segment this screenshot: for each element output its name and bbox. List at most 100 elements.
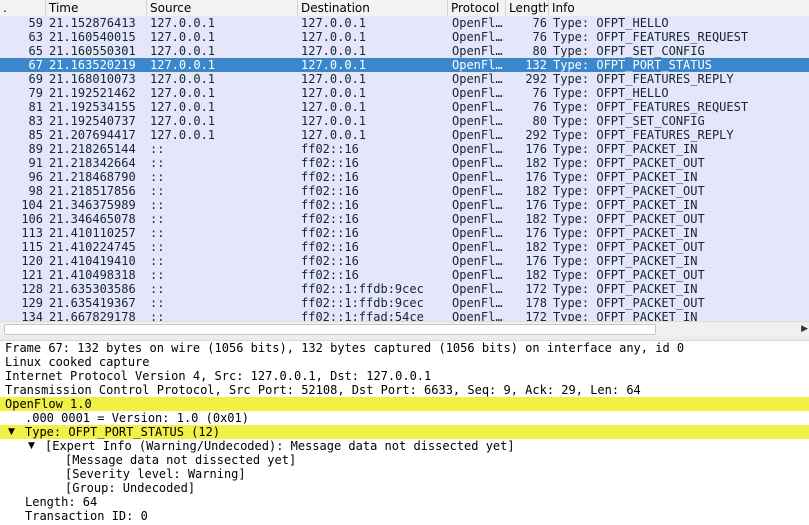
packet-info-cell: Type: OFPT_PACKET_OUT: [553, 156, 705, 170]
packet-destination-cell: 127.0.0.1: [301, 72, 367, 86]
detail-tree-row[interactable]: OpenFlow 1.0: [0, 397, 809, 411]
packet-no-cell: 129: [21, 296, 43, 310]
packet-destination-cell: ff02::16: [301, 240, 359, 254]
packet-row[interactable]: 65 21.160550301 127.0.0.1 127.0.0.1 OpenFl… 8…: [0, 44, 809, 58]
packet-protocol-cell: OpenFl…: [452, 128, 503, 142]
packet-source-cell: ::: [150, 226, 165, 240]
detail-tree-row[interactable]: Transmission Control Protocol, Src Port:…: [0, 383, 809, 397]
packet-row[interactable]: 98 21.218517856:: ff02::16 OpenFl… 182 Type: …: [0, 184, 809, 198]
column-header-protocol[interactable]: Protocol: [448, 0, 506, 16]
packet-destination-cell: ff02::16: [301, 170, 359, 184]
packet-row[interactable]: 104 21.346375989:: ff02::16 OpenFl… 176 Type:…: [0, 198, 809, 212]
packet-row[interactable]: 120 21.410419410:: ff02::16 OpenFl… 176 Type:…: [0, 254, 809, 268]
packet-destination-cell: ff02::16: [301, 184, 359, 198]
packet-row[interactable]: 106 21.346465078:: ff02::16 OpenFl… 182 Type:…: [0, 212, 809, 226]
packet-no-cell: 113: [21, 226, 43, 240]
packet-info-cell: Type: OFPT_SET_CONFIG: [553, 44, 705, 58]
column-header-no[interactable]: .: [0, 0, 46, 16]
column-header-destination[interactable]: Destination: [298, 0, 448, 16]
packet-length-cell: 172: [525, 310, 547, 321]
horizontal-scrollbar[interactable]: ▶: [0, 321, 809, 336]
column-header-source[interactable]: Source: [147, 0, 298, 16]
detail-tree-row[interactable]: Transaction ID: 0: [0, 509, 809, 523]
packet-row[interactable]: 69 21.168010073 127.0.0.1 127.0.0.1 OpenFl… 2…: [0, 72, 809, 86]
packet-destination-cell: 127.0.0.1: [301, 58, 367, 72]
packet-row[interactable]: 96 21.218468790:: ff02::16 OpenFl… 176 Type: …: [0, 170, 809, 184]
packet-no-cell: 120: [21, 254, 43, 268]
packet-no-cell: 104: [21, 198, 43, 212]
detail-tree-row[interactable]: [Message data not dissected yet]: [0, 453, 809, 467]
detail-tree-row[interactable]: Length: 64: [0, 495, 809, 509]
packet-source-cell: 127.0.0.1: [150, 58, 216, 72]
packet-protocol-cell: OpenFl…: [452, 170, 503, 184]
packet-destination-cell: 127.0.0.1: [301, 86, 367, 100]
packet-row[interactable]: 81 21.192534155 127.0.0.1 127.0.0.1 OpenFl… 7…: [0, 100, 809, 114]
detail-tree-row[interactable]: ▼ Type: OFPT_PORT_STATUS (12): [0, 425, 809, 439]
packet-no-cell: 134: [21, 310, 43, 321]
packet-time-cell: 21.152876413: [49, 16, 136, 30]
packet-row[interactable]: 63 21.160540015 127.0.0.1 127.0.0.1 OpenFl… 7…: [0, 30, 809, 44]
detail-tree-row[interactable]: [Group: Undecoded]: [0, 481, 809, 495]
packet-length-cell: 76: [532, 30, 547, 44]
packet-row[interactable]: 113 21.410110257:: ff02::16 OpenFl… 176 Type:…: [0, 226, 809, 240]
expand-toggle-icon[interactable]: ▼: [8, 425, 15, 439]
detail-tree-row[interactable]: Frame 67: 132 bytes on wire (1056 bits),…: [0, 341, 809, 355]
packet-no-cell: 67: [28, 58, 43, 72]
packet-row[interactable]: 91 21.218342664:: ff02::16 OpenFl… 182 Type: …: [0, 156, 809, 170]
packet-source-cell: ::: [150, 282, 165, 296]
packet-info-cell: Type: OFPT_PORT_STATUS: [553, 58, 712, 72]
packet-no-cell: 98: [28, 184, 43, 198]
packet-row[interactable]: 59 21.152876413 127.0.0.1 127.0.0.1 OpenFl… 7…: [0, 16, 809, 30]
scroll-right-icon[interactable]: ▶: [801, 323, 808, 335]
packet-list: 59 21.152876413 127.0.0.1 127.0.0.1 OpenFl… 7…: [0, 16, 809, 321]
packet-source-cell: ::: [150, 240, 165, 254]
detail-tree-row[interactable]: Internet Protocol Version 4, Src: 127.0.…: [0, 369, 809, 383]
expand-toggle-icon[interactable]: ▼: [28, 439, 35, 453]
packet-row[interactable]: 134 21.667829178:: ff02::1:ffad:54ce OpenFl…: [0, 310, 809, 321]
packet-source-cell: 127.0.0.1: [150, 100, 216, 114]
packet-no-cell: 106: [21, 212, 43, 226]
column-header-time[interactable]: Time: [46, 0, 147, 16]
packet-info-cell: Type: OFPT_FEATURES_REPLY: [553, 128, 734, 142]
packet-row[interactable]: 89 21.218265144:: ff02::16 OpenFl… 176 Type: …: [0, 142, 809, 156]
packet-protocol-cell: OpenFl…: [452, 142, 503, 156]
packet-info-cell: Type: OFPT_PACKET_OUT: [553, 212, 705, 226]
packet-protocol-cell: OpenFl…: [452, 30, 503, 44]
packet-row[interactable]: 85 21.207694417 127.0.0.1 127.0.0.1 OpenFl… 2…: [0, 128, 809, 142]
packet-protocol-cell: OpenFl…: [452, 268, 503, 282]
packet-row[interactable]: 129 21.635419367:: ff02::1:ffdb:9cec OpenFl…: [0, 296, 809, 310]
packet-info-cell: Type: OFPT_FEATURES_REQUEST: [553, 30, 749, 44]
packet-length-cell: 176: [525, 198, 547, 212]
detail-tree-row[interactable]: [Severity level: Warning]: [0, 467, 809, 481]
detail-tree-row[interactable]: .000 0001 = Version: 1.0 (0x01): [0, 411, 809, 425]
packet-info-cell: Type: OFPT_FEATURES_REPLY: [553, 72, 734, 86]
packet-time-cell: 21.346465078: [49, 212, 136, 226]
detail-tree-row[interactable]: Linux cooked capture: [0, 355, 809, 369]
packet-info-cell: Type: OFPT_FEATURES_REQUEST: [553, 100, 749, 114]
packet-source-cell: ::: [150, 254, 165, 268]
packet-time-cell: 21.410110257: [49, 226, 136, 240]
packet-source-cell: ::: [150, 212, 165, 226]
packet-row-selected[interactable]: 67 21.163520219 127.0.0.1 127.0.0.1 OpenFl… 1…: [0, 58, 809, 72]
packet-details-tree: Frame 67: 132 bytes on wire (1056 bits),…: [0, 341, 809, 525]
packet-row[interactable]: 79 21.192521462 127.0.0.1 127.0.0.1 OpenFl… 7…: [0, 86, 809, 100]
packet-protocol-cell: OpenFl…: [452, 156, 503, 170]
packet-row[interactable]: 83 21.192540737 127.0.0.1 127.0.0.1 OpenFl… 8…: [0, 114, 809, 128]
packet-info-cell: Type: OFPT_PACKET_OUT: [553, 184, 705, 198]
packet-row[interactable]: 121 21.410498318:: ff02::16 OpenFl… 182 Type:…: [0, 268, 809, 282]
packet-info-cell: Type: OFPT_SET_CONFIG: [553, 114, 705, 128]
detail-text: [Group: Undecoded]: [65, 481, 196, 495]
column-header-info[interactable]: Info: [549, 0, 809, 16]
packet-row[interactable]: 128 21.635303586:: ff02::1:ffdb:9cec OpenFl…: [0, 282, 809, 296]
packet-time-cell: 21.207694417: [49, 128, 136, 142]
detail-tree-row[interactable]: ▼ [Expert Info (Warning/Undecoded): Messa…: [0, 439, 809, 453]
packet-row[interactable]: 115 21.410224745:: ff02::16 OpenFl… 182 Type:…: [0, 240, 809, 254]
packet-time-cell: 21.218517856: [49, 184, 136, 198]
packet-destination-cell: 127.0.0.1: [301, 114, 367, 128]
packet-source-cell: ::: [150, 198, 165, 212]
scrollbar-thumb[interactable]: [4, 324, 656, 335]
packet-protocol-cell: OpenFl…: [452, 226, 503, 240]
packet-protocol-cell: OpenFl…: [452, 72, 503, 86]
column-header-length[interactable]: Length: [506, 0, 549, 16]
packet-time-cell: 21.635303586: [49, 282, 136, 296]
